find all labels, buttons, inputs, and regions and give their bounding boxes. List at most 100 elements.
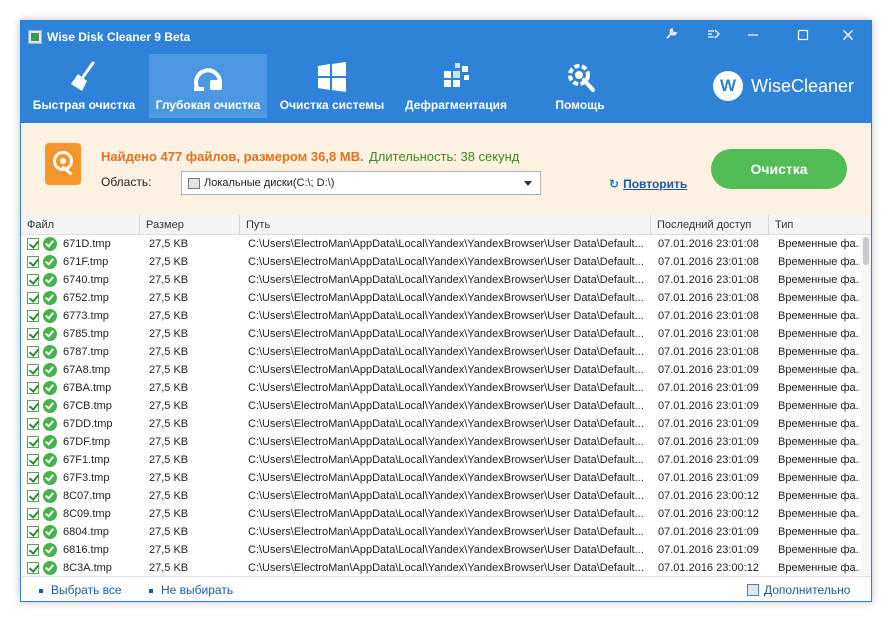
clean-button[interactable]: Очистка (711, 149, 847, 189)
status-ok-icon (43, 381, 57, 395)
row-checkbox[interactable] (27, 562, 39, 574)
row-checkbox[interactable] (27, 436, 39, 448)
status-ok-icon (43, 255, 57, 269)
skin-icon[interactable] (659, 27, 683, 47)
file-name-cell: 671D.tmp (63, 238, 111, 250)
table-row[interactable]: 6787.tmp 27,5 KB C:\Users\ElectroMan\AppDa… (21, 343, 861, 361)
status-ok-icon (43, 507, 57, 521)
file-name-cell: 67F1.tmp (63, 454, 110, 466)
file-path-cell: C:\Users\ElectroMan\AppData\Local\Yandex… (248, 454, 644, 466)
maximize-button[interactable] (791, 27, 815, 47)
file-type-cell: Временные фа... (778, 256, 860, 268)
table-row[interactable]: 6804.tmp 27,5 KB C:\Users\ElectroMan\AppDa… (21, 523, 861, 541)
row-checkbox[interactable] (27, 454, 39, 466)
table-row[interactable]: 671F.tmp 27,5 KB C:\Users\ElectroMan\AppDa… (21, 253, 861, 271)
row-checkbox[interactable] (27, 292, 39, 304)
row-checkbox[interactable] (27, 490, 39, 502)
table-header: Файл Размер Путь Последний доступ Тип (21, 215, 871, 235)
table-row[interactable]: 6752.tmp 27,5 KB C:\Users\ElectroMan\AppDa… (21, 289, 861, 307)
tab-deep-clean[interactable]: Глубокая очистка (149, 54, 267, 118)
select-all-link[interactable]: Выбрать все (39, 583, 122, 597)
table-row[interactable]: 6785.tmp 27,5 KB C:\Users\ElectroMan\AppDa… (21, 325, 861, 343)
file-type-cell: Временные фа... (778, 274, 860, 286)
tab-help[interactable]: Помощь (521, 54, 639, 118)
last-access-cell: 07.01.2016 23:01:09 (658, 472, 759, 484)
file-size-cell: 27,5 KB (149, 292, 189, 304)
file-name-cell: 6804.tmp (63, 526, 109, 538)
row-checkbox[interactable] (27, 274, 39, 286)
column-header-size[interactable]: Размер (140, 215, 240, 235)
table-row[interactable]: 6773.tmp 27,5 KB C:\Users\ElectroMan\AppDa… (21, 307, 861, 325)
tab-quick-clean[interactable]: Быстрая очистка (25, 54, 143, 118)
table-row[interactable]: 67BA.tmp 27,5 KB C:\Users\ElectroMan\AppDa… (21, 379, 861, 397)
table-row[interactable]: 67CB.tmp 27,5 KB C:\Users\ElectroMan\AppDa… (21, 397, 861, 415)
window-title: Wise Disk Cleaner 9 Beta (47, 30, 191, 44)
feedback-icon[interactable] (701, 27, 725, 47)
repeat-scan-link[interactable]: ↻ Повторить (609, 177, 687, 191)
row-checkbox[interactable] (27, 526, 39, 538)
file-name-cell: 671F.tmp (63, 256, 109, 268)
row-checkbox[interactable] (27, 508, 39, 520)
row-checkbox[interactable] (27, 400, 39, 412)
column-header-last-access[interactable]: Последний доступ (651, 215, 769, 235)
file-size-cell: 27,5 KB (149, 328, 189, 340)
column-header-type[interactable]: Тип (769, 215, 871, 235)
drive-icon (188, 178, 200, 189)
file-name-cell: 67DD.tmp (63, 418, 113, 430)
file-path-cell: C:\Users\ElectroMan\AppData\Local\Yandex… (248, 508, 644, 520)
found-files-text: Найдено 477 файлов, размером 36,8 МВ. (101, 149, 364, 164)
table-row[interactable]: 8C09.tmp 27,5 KB C:\Users\ElectroMan\AppDa… (21, 505, 861, 523)
row-checkbox[interactable] (27, 310, 39, 322)
file-type-cell: Временные фа... (778, 562, 860, 574)
table-row[interactable]: 67A8.tmp 27,5 KB C:\Users\ElectroMan\AppDa… (21, 361, 861, 379)
file-type-cell: Временные фа... (778, 364, 860, 376)
area-select[interactable]: Локальные диски(C:\; D:\) (181, 171, 541, 195)
last-access-cell: 07.01.2016 23:00:12 (658, 508, 759, 520)
minimize-button[interactable] (741, 27, 765, 47)
table-row[interactable]: 67DF.tmp 27,5 KB C:\Users\ElectroMan\AppDa… (21, 433, 861, 451)
select-none-link[interactable]: Не выбирать (149, 583, 233, 597)
vertical-scrollbar[interactable] (861, 235, 871, 575)
scrollbar-thumb[interactable] (863, 237, 869, 265)
status-ok-icon (43, 471, 57, 485)
row-checkbox[interactable] (27, 346, 39, 358)
more-options-link[interactable]: Дополнительно (747, 583, 850, 597)
file-name-cell: 67A8.tmp (63, 364, 111, 376)
file-type-cell: Временные фа... (778, 346, 860, 358)
file-size-cell: 27,5 KB (149, 454, 189, 466)
column-header-path[interactable]: Путь (240, 215, 651, 235)
broom-icon (66, 60, 102, 94)
table-row[interactable]: 8C3A.tmp 27,5 KB C:\Users\ElectroMan\AppDa… (21, 559, 861, 575)
table-row[interactable]: 67F1.tmp 27,5 KB C:\Users\ElectroMan\AppDa… (21, 451, 861, 469)
column-header-file[interactable]: Файл (21, 215, 140, 235)
file-type-cell: Временные фа... (778, 292, 860, 304)
file-size-cell: 27,5 KB (149, 418, 189, 430)
row-checkbox[interactable] (27, 238, 39, 250)
row-checkbox[interactable] (27, 328, 39, 340)
refresh-icon: ↻ (609, 177, 620, 191)
main-toolbar: Быстрая очистка Глубокая очистка Очистка… (21, 53, 871, 123)
last-access-cell: 07.01.2016 23:00:12 (658, 490, 759, 502)
hard-disk-icon (45, 143, 81, 185)
tab-label: Быстрая очистка (32, 98, 136, 112)
file-type-cell: Временные фа... (778, 382, 860, 394)
file-size-cell: 27,5 KB (149, 472, 189, 484)
close-button[interactable] (836, 27, 860, 47)
row-checkbox[interactable] (27, 418, 39, 430)
table-row[interactable]: 8C07.tmp 27,5 KB C:\Users\ElectroMan\AppDa… (21, 487, 861, 505)
row-checkbox[interactable] (27, 256, 39, 268)
file-path-cell: C:\Users\ElectroMan\AppData\Local\Yandex… (248, 472, 644, 484)
file-path-cell: C:\Users\ElectroMan\AppData\Local\Yandex… (248, 490, 644, 502)
row-checkbox[interactable] (27, 382, 39, 394)
table-row[interactable]: 67F3.tmp 27,5 KB C:\Users\ElectroMan\AppDa… (21, 469, 861, 487)
table-row[interactable]: 6816.tmp 27,5 KB C:\Users\ElectroMan\AppDa… (21, 541, 861, 559)
table-row[interactable]: 6740.tmp 27,5 KB C:\Users\ElectroMan\AppDa… (21, 271, 861, 289)
tab-system-clean[interactable]: Очистка системы (273, 54, 391, 118)
row-checkbox[interactable] (27, 472, 39, 484)
tab-defrag[interactable]: Дефрагментация (397, 54, 515, 118)
file-type-cell: Временные фа... (778, 418, 860, 430)
table-row[interactable]: 67DD.tmp 27,5 KB C:\Users\ElectroMan\AppDa… (21, 415, 861, 433)
row-checkbox[interactable] (27, 364, 39, 376)
table-row[interactable]: 671D.tmp 27,5 KB C:\Users\ElectroMan\AppDa… (21, 235, 861, 253)
row-checkbox[interactable] (27, 544, 39, 556)
